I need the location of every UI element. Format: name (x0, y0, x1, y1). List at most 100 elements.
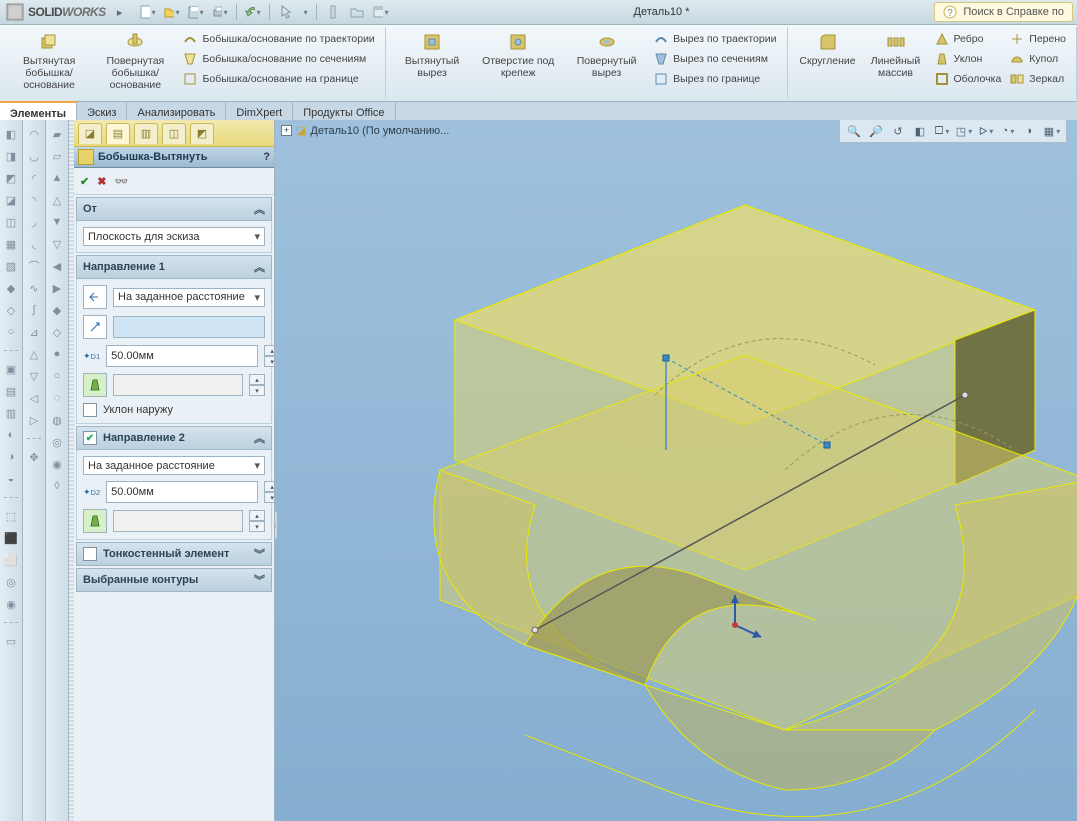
pm-tab-config-icon[interactable]: ▥ (134, 123, 158, 144)
vt3-icon[interactable]: ● (49, 346, 65, 362)
btn-cut-boundary[interactable]: Вырез по границе (651, 70, 778, 88)
vt-icon[interactable]: ◆ (3, 280, 19, 296)
flyout-tree[interactable]: + ◪ Деталь10 (По умолчанию... (281, 124, 449, 137)
vt3-icon[interactable]: ◉ (49, 456, 65, 472)
btn-mirror[interactable]: Зеркал (1007, 70, 1068, 88)
vt2-icon[interactable]: ∫ (26, 302, 42, 318)
vt2-icon[interactable]: ▷ (26, 412, 42, 428)
cancel-icon[interactable]: ✖ (97, 175, 106, 188)
btn-move[interactable]: Перено (1007, 30, 1068, 48)
vt2-icon[interactable]: ◁ (26, 390, 42, 406)
pm-dir2-spin[interactable]: ▴▾ (264, 481, 274, 503)
btn-revolve-cut[interactable]: Повернутый вырез (564, 29, 649, 81)
btn-boundary-boss[interactable]: Бобышка/основание на границе (180, 70, 376, 88)
vt2-icon[interactable]: ◜ (26, 170, 42, 186)
pm-dir2-draft-spin[interactable]: ▴▾ (249, 510, 265, 532)
pm-dir1-spin[interactable]: ▴▾ (264, 345, 274, 367)
draft-on-icon[interactable] (83, 373, 107, 397)
select-icon[interactable] (278, 4, 294, 20)
appearance-icon[interactable]: ◔ (1000, 123, 1016, 139)
vt-icon[interactable]: ◉ (3, 596, 19, 612)
btn-loft-boss[interactable]: Бобышка/основание по сечениям (180, 50, 376, 68)
pm-dir1-hdr[interactable]: Направление 1︽ (76, 255, 272, 279)
vt2-icon[interactable]: ◟ (26, 236, 42, 252)
vt3-icon[interactable]: ◆ (49, 302, 65, 318)
display-style-icon[interactable]: ◳ (956, 123, 972, 139)
help-search[interactable]: ? Поиск в Справке по (934, 2, 1073, 22)
vt-icon[interactable]: ▤ (3, 383, 19, 399)
vt2-icon[interactable]: △ (26, 346, 42, 362)
vt-icon[interactable]: ◐ (3, 427, 19, 443)
vt-icon[interactable]: ○ (3, 324, 19, 340)
pm-tab-5-icon[interactable]: ◩ (190, 123, 214, 144)
vt-icon[interactable]: ◪ (3, 192, 19, 208)
vt2-icon[interactable]: ⊿ (26, 324, 42, 340)
preview-icon[interactable]: 👓 (114, 175, 128, 188)
pm-tab-4-icon[interactable]: ◫ (162, 123, 186, 144)
vt2-icon[interactable]: ◠ (26, 126, 42, 142)
vt2-icon[interactable]: ◞ (26, 214, 42, 230)
vt-icon[interactable]: ◎ (3, 574, 19, 590)
ok-icon[interactable]: ✔ (80, 175, 89, 188)
pm-dir1-draft-spin[interactable]: ▴▾ (249, 374, 265, 396)
btn-hole-wizard[interactable]: Отверстие под крепеж (472, 29, 564, 81)
vt-icon[interactable]: ◨ (3, 148, 19, 164)
prev-view-icon[interactable]: ↺ (890, 123, 906, 139)
save-icon[interactable] (188, 4, 204, 20)
btn-cut-sweep[interactable]: Вырез по траектории (651, 30, 778, 48)
vt3-icon[interactable]: ○ (49, 368, 65, 384)
vt3-icon[interactable]: ▱ (49, 148, 65, 164)
pm-dir1-endcond[interactable]: На заданное расстояние▾ (113, 288, 265, 307)
vt3-icon[interactable]: ▼ (49, 214, 65, 230)
vt-icon[interactable]: ▭ (3, 633, 19, 649)
zoom-area-icon[interactable]: 🔎 (868, 123, 884, 139)
pm-dir2-distance[interactable] (106, 481, 258, 503)
vt2-icon[interactable]: ◝ (26, 192, 42, 208)
vt3-icon[interactable]: ◀ (49, 258, 65, 274)
vt-icon[interactable]: ◩ (3, 170, 19, 186)
btn-fillet[interactable]: Скругление (794, 29, 862, 69)
pm-help-icon[interactable]: ? (263, 151, 270, 163)
pm-dir2-endcond[interactable]: На заданное расстояние▾ (83, 456, 265, 475)
vt3-icon[interactable]: ◍ (49, 412, 65, 428)
select-caret[interactable] (302, 6, 308, 18)
view-orient-icon[interactable]: 🞏 (934, 123, 950, 139)
btn-cut-loft[interactable]: Вырез по сечениям (651, 50, 778, 68)
vt3-icon[interactable]: ▲ (49, 170, 65, 186)
vt3-icon[interactable]: ▶ (49, 280, 65, 296)
pm-dir2-draft[interactable] (113, 510, 243, 532)
section-view-icon[interactable]: ◧ (912, 123, 928, 139)
vt3-icon[interactable]: ▽ (49, 236, 65, 252)
vt-icon[interactable]: ▥ (3, 405, 19, 421)
vt-icon[interactable]: ⬜ (3, 552, 19, 568)
vt3-icon[interactable]: ◎ (49, 434, 65, 450)
reverse-dir1-icon[interactable] (83, 285, 107, 309)
vt3-icon[interactable]: ◊ (49, 478, 65, 494)
vt2-icon[interactable]: ◡ (26, 148, 42, 164)
vt2-icon[interactable]: ✥ (26, 449, 42, 465)
vt2-icon[interactable]: ⌒ (26, 258, 42, 274)
vt2-icon[interactable]: ∿ (26, 280, 42, 296)
btn-extrude-cut[interactable]: Вытянутый вырез (392, 29, 473, 81)
vt-icon[interactable]: ⬛ (3, 530, 19, 546)
vt3-icon[interactable]: ▰ (49, 126, 65, 142)
pm-section-from-hdr[interactable]: От︽ (76, 197, 272, 221)
pm-tab-props-icon[interactable]: ▤ (106, 123, 130, 144)
btn-dome[interactable]: Купол (1007, 50, 1068, 68)
print-icon[interactable] (212, 4, 228, 20)
vt-icon[interactable]: ⬚ (3, 508, 19, 524)
vt-icon[interactable]: ▣ (3, 361, 19, 377)
scene-icon[interactable]: ◗ (1022, 123, 1038, 139)
undo-icon[interactable] (245, 4, 261, 20)
pm-dir1-distance[interactable] (106, 345, 258, 367)
pm-thin-hdr[interactable]: Тонкостенный элемент︾ (76, 542, 272, 566)
vt-icon[interactable]: ◑ (3, 449, 19, 465)
vt-icon[interactable]: ◇ (3, 302, 19, 318)
zoom-fit-icon[interactable]: 🔍 (846, 123, 862, 139)
thin-checkbox[interactable] (83, 547, 97, 561)
pm-draft-outward[interactable]: Уклон наружу (83, 403, 265, 417)
btn-linear-pattern[interactable]: Линейный массив (862, 29, 930, 81)
expand-icon[interactable]: + (281, 125, 292, 136)
draft-on-icon-2[interactable] (83, 509, 107, 533)
3d-viewport[interactable]: ◂ + ◪ Деталь10 (По умолчанию... 🔍 🔎 ↺ ◧ … (275, 120, 1077, 821)
